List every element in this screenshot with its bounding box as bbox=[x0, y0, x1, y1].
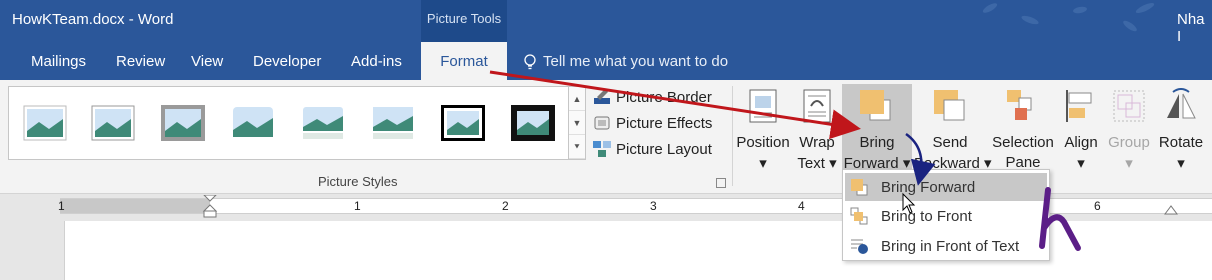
position-label: Position bbox=[736, 134, 790, 151]
tab-format-label: Format bbox=[440, 53, 488, 70]
bring-to-front-icon bbox=[850, 207, 868, 225]
send-backward-line1: Send bbox=[932, 134, 968, 151]
style-thumbnail[interactable] bbox=[371, 105, 415, 141]
menu-item-label: Bring to Front bbox=[881, 208, 972, 225]
wrap-text-button[interactable]: Wrap Text ▾ bbox=[794, 84, 840, 176]
scroll-up-icon[interactable]: ▲ bbox=[569, 87, 585, 111]
wrap-text-label: Text bbox=[797, 155, 825, 172]
style-thumbnail[interactable] bbox=[161, 105, 205, 141]
send-backward-button[interactable]: Send Backward ▾ bbox=[914, 84, 992, 176]
ruler-number: 6 bbox=[1094, 199, 1101, 213]
selection-pane-line1: Selection bbox=[992, 134, 1054, 151]
ruler-margin bbox=[60, 199, 210, 213]
dropdown-arrow-icon: ▾ bbox=[1177, 155, 1185, 172]
group-button[interactable]: Group ▾ bbox=[1104, 84, 1154, 176]
bring-in-front-of-text-icon bbox=[851, 239, 868, 254]
style-thumbnail[interactable] bbox=[23, 105, 67, 141]
picture-border-label: Picture Border bbox=[616, 89, 712, 106]
menu-item-bring-forward[interactable]: Bring Forward bbox=[845, 173, 1047, 201]
rotate-icon bbox=[1167, 88, 1196, 119]
dropdown-arrow-icon: ▾ bbox=[1077, 155, 1085, 172]
ruler-number: 1 bbox=[354, 199, 361, 213]
style-thumbnail[interactable] bbox=[441, 105, 485, 141]
tab-format[interactable]: Format bbox=[421, 42, 507, 80]
ribbon-tabs: Mailings Review View Developer Add-ins F… bbox=[0, 42, 1212, 80]
bring-forward-button[interactable]: Bring Forward ▾ bbox=[842, 84, 912, 176]
tab-review[interactable]: Review bbox=[116, 53, 165, 70]
lightbulb-icon bbox=[524, 54, 536, 70]
title-bar: HowKTeam.docx - Word Picture Tools Nha I bbox=[0, 0, 1212, 45]
bring-forward-icon bbox=[851, 179, 868, 196]
position-button[interactable]: Position ▾ bbox=[734, 84, 792, 176]
scroll-down-icon[interactable]: ▼ bbox=[569, 111, 585, 135]
group-separator bbox=[732, 86, 733, 186]
rotate-label: Rotate bbox=[1158, 134, 1204, 151]
style-thumbnail[interactable] bbox=[91, 105, 135, 141]
align-label: Align bbox=[1064, 134, 1098, 151]
align-button[interactable]: Align ▾ bbox=[1060, 84, 1102, 176]
gallery-more-icon[interactable]: ⯆ bbox=[569, 135, 585, 159]
tell-me-search[interactable]: Tell me what you want to do bbox=[543, 53, 728, 70]
tab-mailings[interactable]: Mailings bbox=[31, 53, 86, 70]
align-icon bbox=[1066, 90, 1092, 122]
pen-border-icon bbox=[594, 89, 610, 104]
contextual-tab-label: Picture Tools bbox=[426, 11, 502, 26]
indent-marker-icon[interactable] bbox=[202, 195, 218, 219]
menu-item-bring-in-front-of-text[interactable]: Bring in Front of Text bbox=[845, 232, 1047, 260]
tab-view[interactable]: View bbox=[191, 53, 223, 70]
ruler-number: 1 bbox=[58, 199, 65, 213]
tab-developer[interactable]: Developer bbox=[253, 53, 321, 70]
menu-item-label: Bring in Front of Text bbox=[881, 238, 1020, 255]
selection-pane-icon bbox=[1007, 90, 1032, 120]
user-name[interactable]: Nha I bbox=[1177, 11, 1212, 45]
dropdown-arrow-icon: ▾ bbox=[759, 155, 767, 172]
wrap-text-line1: Wrap bbox=[799, 134, 835, 151]
style-thumbnail[interactable] bbox=[301, 105, 345, 141]
dialog-launcher-icon[interactable] bbox=[716, 178, 726, 188]
dropdown-arrow-icon: ▾ bbox=[1125, 155, 1133, 172]
ruler-number: 2 bbox=[502, 199, 509, 213]
position-icon bbox=[749, 89, 777, 123]
ruler-number: 3 bbox=[650, 199, 657, 213]
leaf-pattern-decoration bbox=[982, 2, 1155, 32]
menu-item-label: Bring Forward bbox=[881, 179, 976, 196]
rotate-button[interactable]: Rotate ▾ bbox=[1156, 84, 1206, 176]
ruler-number: 4 bbox=[798, 199, 805, 213]
right-indent-marker-icon[interactable] bbox=[1164, 203, 1178, 215]
send-backward-icon bbox=[934, 90, 965, 121]
contextual-tab-header: Picture Tools bbox=[421, 0, 507, 42]
picture-layout-label: Picture Layout bbox=[616, 141, 712, 158]
style-thumbnail[interactable] bbox=[231, 105, 275, 141]
tab-add-ins[interactable]: Add-ins bbox=[351, 53, 402, 70]
menu-item-bring-to-front[interactable]: Bring to Front bbox=[845, 202, 1047, 230]
window-title: HowKTeam.docx - Word bbox=[12, 11, 174, 28]
picture-effects-label: Picture Effects bbox=[616, 115, 713, 132]
bring-forward-menu: Bring Forward Bring to Front Bring in Fr… bbox=[842, 169, 1050, 261]
picture-styles-gallery: ▲ ▼ ⯆ bbox=[8, 86, 586, 160]
group-label: Group bbox=[1108, 134, 1150, 151]
group-label-picture-styles: Picture Styles bbox=[318, 174, 398, 189]
smartart-layout-icon bbox=[593, 141, 611, 157]
group-icon bbox=[1113, 90, 1145, 122]
wrap-text-icon bbox=[803, 89, 831, 123]
bring-forward-icon bbox=[860, 90, 891, 121]
bring-forward-line1: Bring bbox=[859, 134, 895, 151]
selection-pane-button[interactable]: Selection Pane bbox=[988, 84, 1058, 176]
wrap-text-line2: Text ▾ bbox=[797, 155, 837, 172]
style-thumbnail[interactable] bbox=[511, 105, 555, 141]
gallery-scrollbar[interactable]: ▲ ▼ ⯆ bbox=[568, 87, 585, 159]
effects-icon bbox=[594, 116, 610, 130]
